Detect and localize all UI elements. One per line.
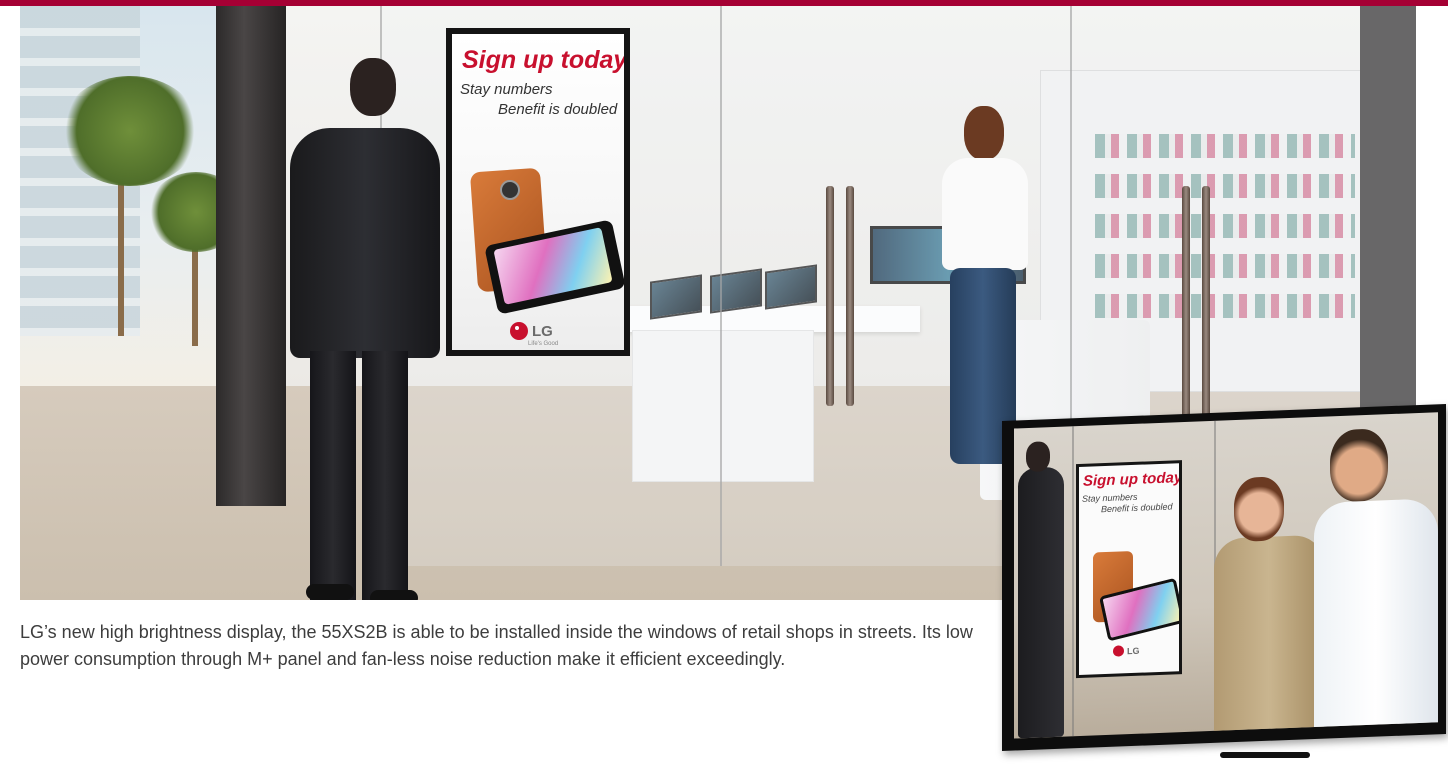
- lg-logo-text: LG: [532, 322, 553, 340]
- screen-lg-logo-text: LG: [1127, 645, 1140, 656]
- woman-head: [964, 106, 1004, 160]
- door-handle: [826, 186, 834, 406]
- screen-signage: Sign up today! Stay numbers Benefit is d…: [1076, 460, 1182, 679]
- man-leg: [310, 351, 356, 600]
- man-head: [1026, 441, 1050, 473]
- lg-logo-icon: [510, 322, 528, 340]
- door-handle: [1202, 186, 1210, 436]
- door-handle: [1182, 186, 1190, 436]
- sign-subline-2: Benefit is doubled: [498, 101, 618, 118]
- man-head: [350, 58, 396, 116]
- screen-signage-content: Sign up today! Stay numbers Benefit is d…: [1079, 463, 1179, 676]
- man-figure: [1314, 498, 1438, 734]
- door-handle: [846, 186, 854, 406]
- digital-signage-screen: Sign up today! Stay numbers Benefit is d…: [446, 28, 630, 356]
- lg-logo: LG: [510, 322, 553, 340]
- screen-lg-logo: LG: [1113, 645, 1140, 657]
- man-shoe: [306, 584, 354, 600]
- woman-head: [1234, 476, 1284, 543]
- man-head: [1330, 428, 1388, 503]
- woman-figure: [1214, 534, 1324, 739]
- man-figure: [1018, 466, 1064, 739]
- product-screen: Sign up today! Stay numbers Benefit is d…: [1014, 412, 1438, 739]
- man-leg: [362, 351, 408, 600]
- palm-trunk: [192, 236, 198, 346]
- sign-headline: Sign up today!: [462, 46, 624, 74]
- screen-sign-headline: Sign up today!: [1083, 468, 1179, 490]
- lg-logo-icon: [1113, 645, 1124, 657]
- sign-subline-1: Stay numbers: [460, 81, 553, 98]
- screen-sign-subline-2: Benefit is doubled: [1101, 501, 1173, 515]
- palm-tree: [60, 76, 200, 186]
- storefront-column: [216, 6, 286, 506]
- man-suit: [290, 128, 440, 358]
- signage-content: Sign up today! Stay numbers Benefit is d…: [452, 34, 624, 350]
- product-description: LG’s new high brightness display, the 55…: [20, 622, 973, 669]
- phone-camera: [500, 180, 520, 200]
- display-stand: [1220, 752, 1310, 758]
- man-shoe: [370, 590, 418, 600]
- glass-panel: [1072, 426, 1074, 737]
- woman-shirt: [942, 158, 1028, 270]
- lg-tagline: Life's Good: [528, 341, 559, 347]
- product-display-55xs2b: Sign up today! Stay numbers Benefit is d…: [1002, 403, 1446, 751]
